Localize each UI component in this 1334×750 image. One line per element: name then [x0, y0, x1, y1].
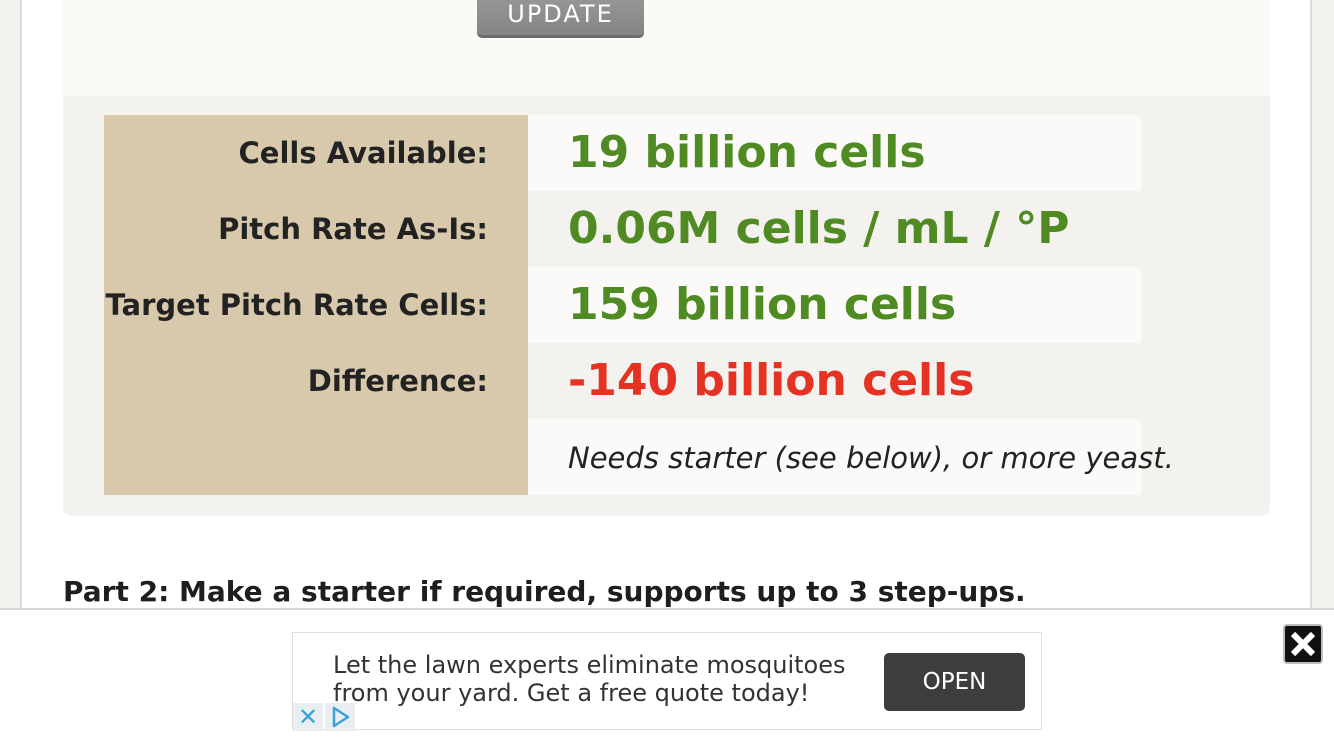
- value-cell: 159 billion cells: [528, 267, 1142, 343]
- result-row-target-pitch: Target Pitch Rate Cells: 159 billion cel…: [104, 267, 1142, 343]
- ad-open-button[interactable]: OPEN: [884, 653, 1025, 711]
- value-cell: -140 billion cells: [528, 343, 1142, 419]
- ad-box[interactable]: Let the lawn experts eliminate mosquitoe…: [292, 632, 1042, 731]
- result-row-note: Needs starter (see below), or more yeast…: [104, 419, 1174, 495]
- ad-banner: Let the lawn experts eliminate mosquitoe…: [0, 608, 1334, 750]
- ad-text[interactable]: Let the lawn experts eliminate mosquitoe…: [333, 651, 853, 707]
- starter-note: Needs starter (see below), or more yeast…: [568, 441, 1174, 475]
- result-row-difference: Difference: -140 billion cells: [104, 343, 1142, 419]
- value-cell: Needs starter (see below), or more yeast…: [528, 419, 1174, 495]
- difference-value: -140 billion cells: [568, 355, 975, 406]
- close-icon[interactable]: [1283, 624, 1323, 664]
- calculator-form-area: UPDATE: [63, 0, 1270, 96]
- update-button[interactable]: UPDATE: [477, 0, 644, 38]
- result-row-pitch-rate: Pitch Rate As-Is: 0.06M cells / mL / °P: [104, 191, 1142, 267]
- results-panel: Cells Available: 19 billion cells Pitch …: [63, 96, 1270, 516]
- cells-available-value: 19 billion cells: [568, 127, 926, 178]
- target-pitch-value: 159 billion cells: [568, 279, 957, 330]
- play-triangle-icon[interactable]: [325, 703, 355, 731]
- pitch-rate-value: 0.06M cells / mL / °P: [568, 203, 1070, 254]
- value-cell: 0.06M cells / mL / °P: [528, 191, 1142, 267]
- pitch-rate-label: Pitch Rate As-Is:: [218, 212, 488, 246]
- part2-heading: Part 2: Make a starter if required, supp…: [63, 575, 1026, 608]
- ad-choices: ✕: [293, 703, 356, 731]
- target-pitch-label: Target Pitch Rate Cells:: [105, 288, 488, 322]
- x-icon[interactable]: ✕: [293, 703, 323, 731]
- cells-available-label: Cells Available:: [238, 136, 489, 170]
- result-row-cells-available: Cells Available: 19 billion cells: [104, 115, 1142, 191]
- value-cell: 19 billion cells: [528, 115, 1142, 191]
- difference-label: Difference:: [307, 364, 488, 398]
